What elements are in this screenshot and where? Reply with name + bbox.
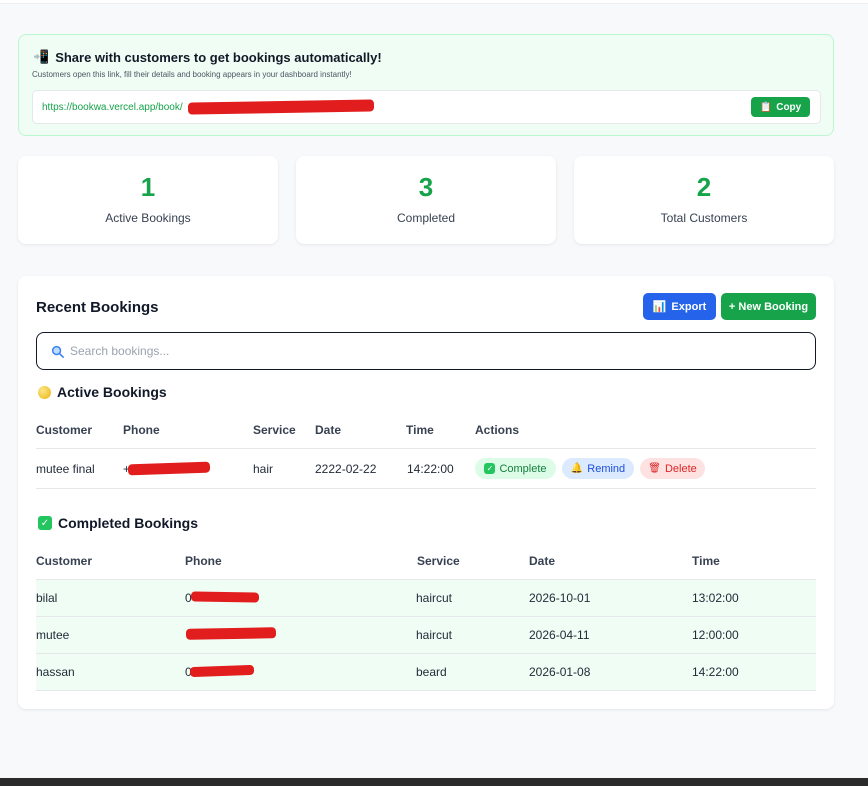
cell-service: haircut bbox=[416, 628, 453, 642]
cell-customer: mutee final bbox=[36, 462, 95, 476]
trash-icon: 🗑 bbox=[648, 463, 661, 474]
clipboard-icon: 📋 bbox=[759, 101, 773, 113]
divider bbox=[36, 488, 816, 489]
delete-button[interactable]: 🗑 Delete bbox=[640, 458, 705, 479]
cell-time: 13:02:00 bbox=[692, 591, 739, 605]
active-bookings-heading: Active Bookings bbox=[38, 384, 167, 400]
cell-customer: mutee bbox=[36, 628, 70, 642]
stat-label: Active Bookings bbox=[105, 211, 191, 225]
cell-date: 2026-01-08 bbox=[529, 665, 591, 679]
column-header: Service bbox=[253, 423, 296, 437]
cell-service: beard bbox=[416, 665, 447, 679]
search-input[interactable] bbox=[70, 344, 770, 358]
check-icon: ✓ bbox=[38, 516, 52, 530]
completed-bookings-title: Completed Bookings bbox=[58, 515, 199, 531]
delete-label: Delete bbox=[664, 462, 697, 475]
complete-label: Complete bbox=[499, 462, 547, 475]
active-bookings-title: Active Bookings bbox=[57, 384, 167, 400]
recent-bookings-title: Recent Bookings bbox=[36, 299, 159, 316]
stat-value: 1 bbox=[140, 172, 156, 202]
copy-label: Copy bbox=[776, 101, 802, 113]
column-header: Date bbox=[529, 554, 556, 568]
column-header: Phone bbox=[123, 423, 160, 437]
stat-card-active: 1 Active Bookings bbox=[18, 156, 278, 244]
search-icon bbox=[51, 345, 64, 358]
stat-label: Total Customers bbox=[660, 211, 748, 225]
cell-service: hair bbox=[253, 462, 274, 476]
stat-card-completed: 3 Completed bbox=[296, 156, 556, 244]
chart-icon: 📊 bbox=[652, 301, 667, 313]
column-header: Phone bbox=[185, 554, 222, 568]
share-link-url[interactable]: https://bookwa.vercel.app/book/ bbox=[42, 102, 183, 113]
recent-bookings-card: Recent Bookings 📊 Export + New Booking A… bbox=[18, 276, 834, 709]
taskbar-edge bbox=[0, 778, 868, 786]
cell-date: 2026-04-11 bbox=[529, 628, 590, 642]
bell-icon: 🔔 bbox=[570, 463, 584, 474]
share-link-box: https://bookwa.vercel.app/book/e6 📋 Copy bbox=[32, 90, 821, 124]
remind-button[interactable]: 🔔 Remind bbox=[562, 458, 634, 479]
share-banner: 📲 Share with customers to get bookings a… bbox=[18, 34, 834, 136]
search-box bbox=[36, 332, 816, 370]
share-subtitle: Customers open this link, fill their det… bbox=[32, 70, 352, 79]
stat-card-customers: 2 Total Customers bbox=[574, 156, 834, 244]
redaction-mark bbox=[190, 591, 260, 603]
column-header: Actions bbox=[475, 423, 520, 437]
export-button[interactable]: 📊 Export bbox=[643, 293, 716, 320]
cell-date: 2026-10-01 bbox=[529, 591, 591, 605]
share-title: 📲 Share with customers to get bookings a… bbox=[33, 49, 382, 65]
redaction-mark bbox=[127, 461, 211, 476]
remind-label: Remind bbox=[587, 462, 626, 475]
new-booking-button[interactable]: + New Booking bbox=[721, 293, 816, 320]
cell-customer: bilal bbox=[36, 591, 58, 605]
column-header: Time bbox=[692, 554, 720, 568]
cell-service: haircut bbox=[416, 591, 453, 605]
column-header: Customer bbox=[36, 423, 93, 437]
column-header: Service bbox=[417, 554, 460, 568]
export-label: Export bbox=[671, 300, 707, 313]
complete-button[interactable]: ✓ Complete bbox=[475, 458, 556, 479]
column-header: Date bbox=[315, 423, 342, 437]
column-header: Customer bbox=[36, 554, 93, 568]
completed-bookings-heading: ✓ Completed Bookings bbox=[38, 515, 198, 531]
yellow-circle-icon bbox=[38, 385, 51, 399]
column-header: Time bbox=[406, 423, 434, 437]
cell-date: 2222-02-22 bbox=[315, 462, 377, 476]
cell-time: 12:00:00 bbox=[692, 628, 739, 642]
cell-customer: hassan bbox=[36, 665, 75, 679]
divider bbox=[36, 448, 816, 449]
stat-value: 2 bbox=[696, 172, 712, 202]
phone-share-icon: 📲 bbox=[33, 49, 50, 64]
top-border bbox=[0, 0, 868, 4]
stat-value: 3 bbox=[418, 172, 434, 202]
share-title-text: Share with customers to get bookings aut… bbox=[55, 49, 382, 65]
cell-time: 14:22:00 bbox=[407, 462, 454, 476]
cell-time: 14:22:00 bbox=[692, 665, 739, 679]
stat-label: Completed bbox=[396, 211, 456, 225]
redaction-mark bbox=[185, 627, 277, 640]
check-icon: ✓ bbox=[484, 463, 496, 474]
copy-button[interactable]: 📋 Copy bbox=[751, 97, 810, 117]
